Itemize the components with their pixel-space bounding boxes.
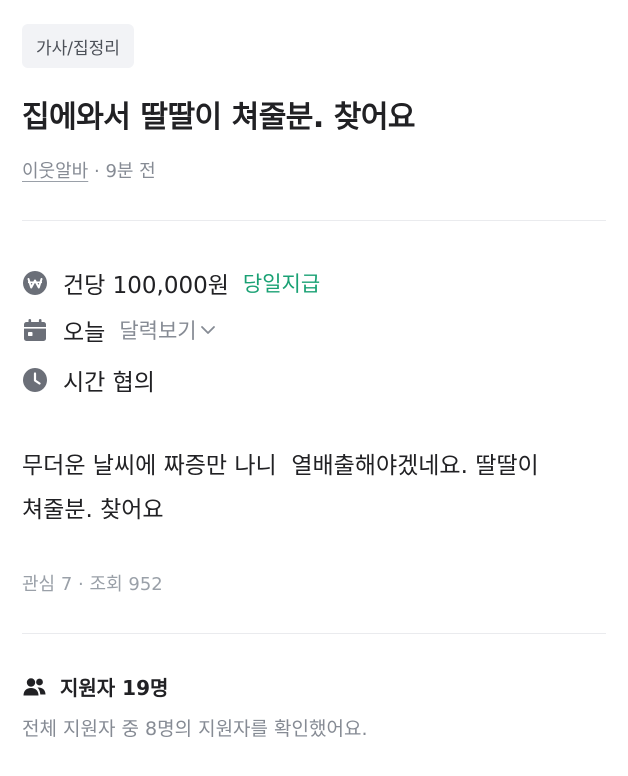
people-icon	[22, 676, 48, 698]
calendar-view-link[interactable]: 달력보기	[119, 315, 215, 345]
clock-icon	[22, 367, 48, 393]
interest-count: 7	[60, 574, 73, 595]
applicants-count: 지원자 19명	[60, 676, 169, 700]
meta-separator: ·	[93, 161, 100, 182]
calendar-icon	[22, 317, 48, 343]
category-chip[interactable]: 가사/집정리	[22, 24, 134, 68]
same-day-pay-badge: 당일지급	[242, 272, 321, 296]
author-link[interactable]: 이웃알바	[22, 161, 88, 182]
views-count: 952	[128, 574, 163, 595]
divider	[22, 220, 606, 221]
work-date: 오늘	[63, 320, 106, 346]
divider	[22, 633, 606, 634]
won-coin-icon	[22, 270, 48, 296]
post-stats: 관심 7 · 조회 952	[22, 570, 163, 596]
stats-separator: ·	[78, 574, 84, 595]
work-time: 시간 협의	[63, 370, 155, 396]
post-body: 무더운 날씨에 짜증만 나니 열배출해야겠네요. 딸딸이 쳐줄분. 찾어요	[22, 453, 547, 523]
page-title: 집에와서 딸딸이 쳐줄분. 찾어요	[22, 100, 416, 135]
calendar-link-label: 달력보기	[119, 319, 197, 343]
posted-time: 9분 전	[105, 161, 156, 182]
chevron-down-icon	[200, 326, 215, 334]
interest-label: 관심	[22, 574, 56, 595]
date-row: 오늘 달력보기	[22, 312, 216, 348]
applicants-note: 전체 지원자 중 8명의 지원자를 확인했어요.	[22, 718, 368, 740]
time-row: 시간 협의	[22, 362, 155, 398]
pay-row: 건당 100,000원 당일지급	[22, 265, 320, 301]
post-meta: 이웃알바 · 9분 전	[22, 157, 156, 183]
pay-amount: 건당 100,000원	[63, 273, 229, 299]
views-label: 조회	[89, 574, 123, 595]
applicants-header: 지원자 19명	[22, 672, 168, 701]
